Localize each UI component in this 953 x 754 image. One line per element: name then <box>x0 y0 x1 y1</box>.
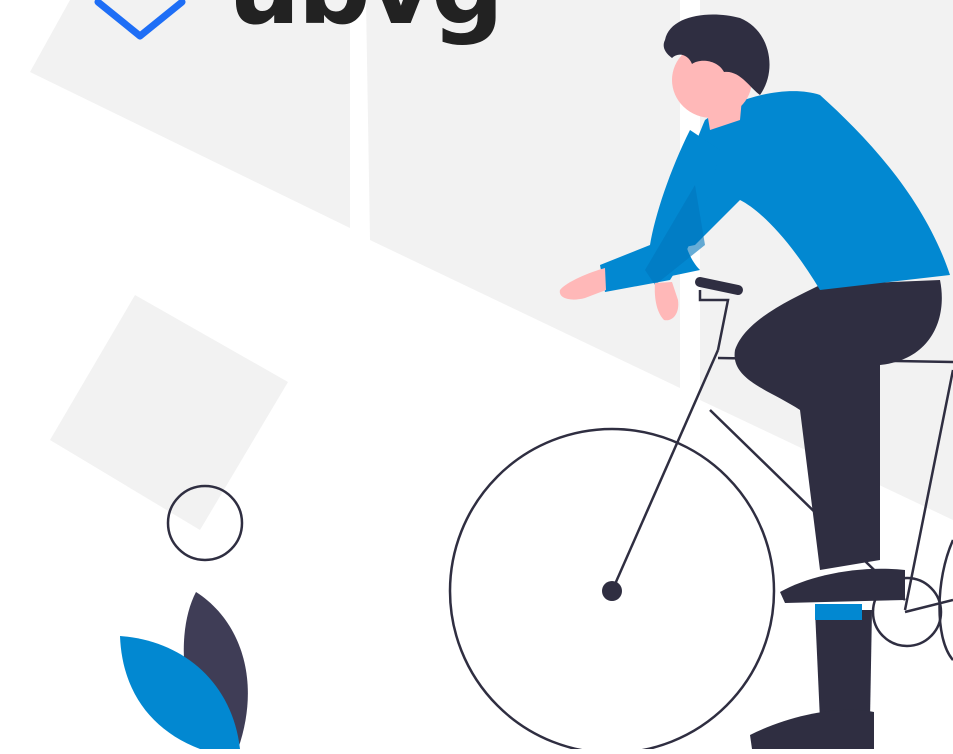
rider-shoe-upper <box>780 569 905 603</box>
logo-wordmark: ubvg <box>228 0 501 40</box>
bicycle-chain-stay <box>905 600 953 612</box>
bicycle-front-hub <box>602 581 622 601</box>
rider-sock <box>815 604 862 620</box>
cyclist-illustration <box>0 0 953 749</box>
bicycle-fork <box>612 350 718 591</box>
illustration-canvas: ubvg <box>0 0 953 749</box>
background-panel-diamond <box>50 295 288 530</box>
plant-leaves <box>120 592 248 749</box>
rider-shoe-lower <box>750 710 874 749</box>
background-panel-center <box>366 0 680 388</box>
rider-leg-lower <box>815 610 872 720</box>
